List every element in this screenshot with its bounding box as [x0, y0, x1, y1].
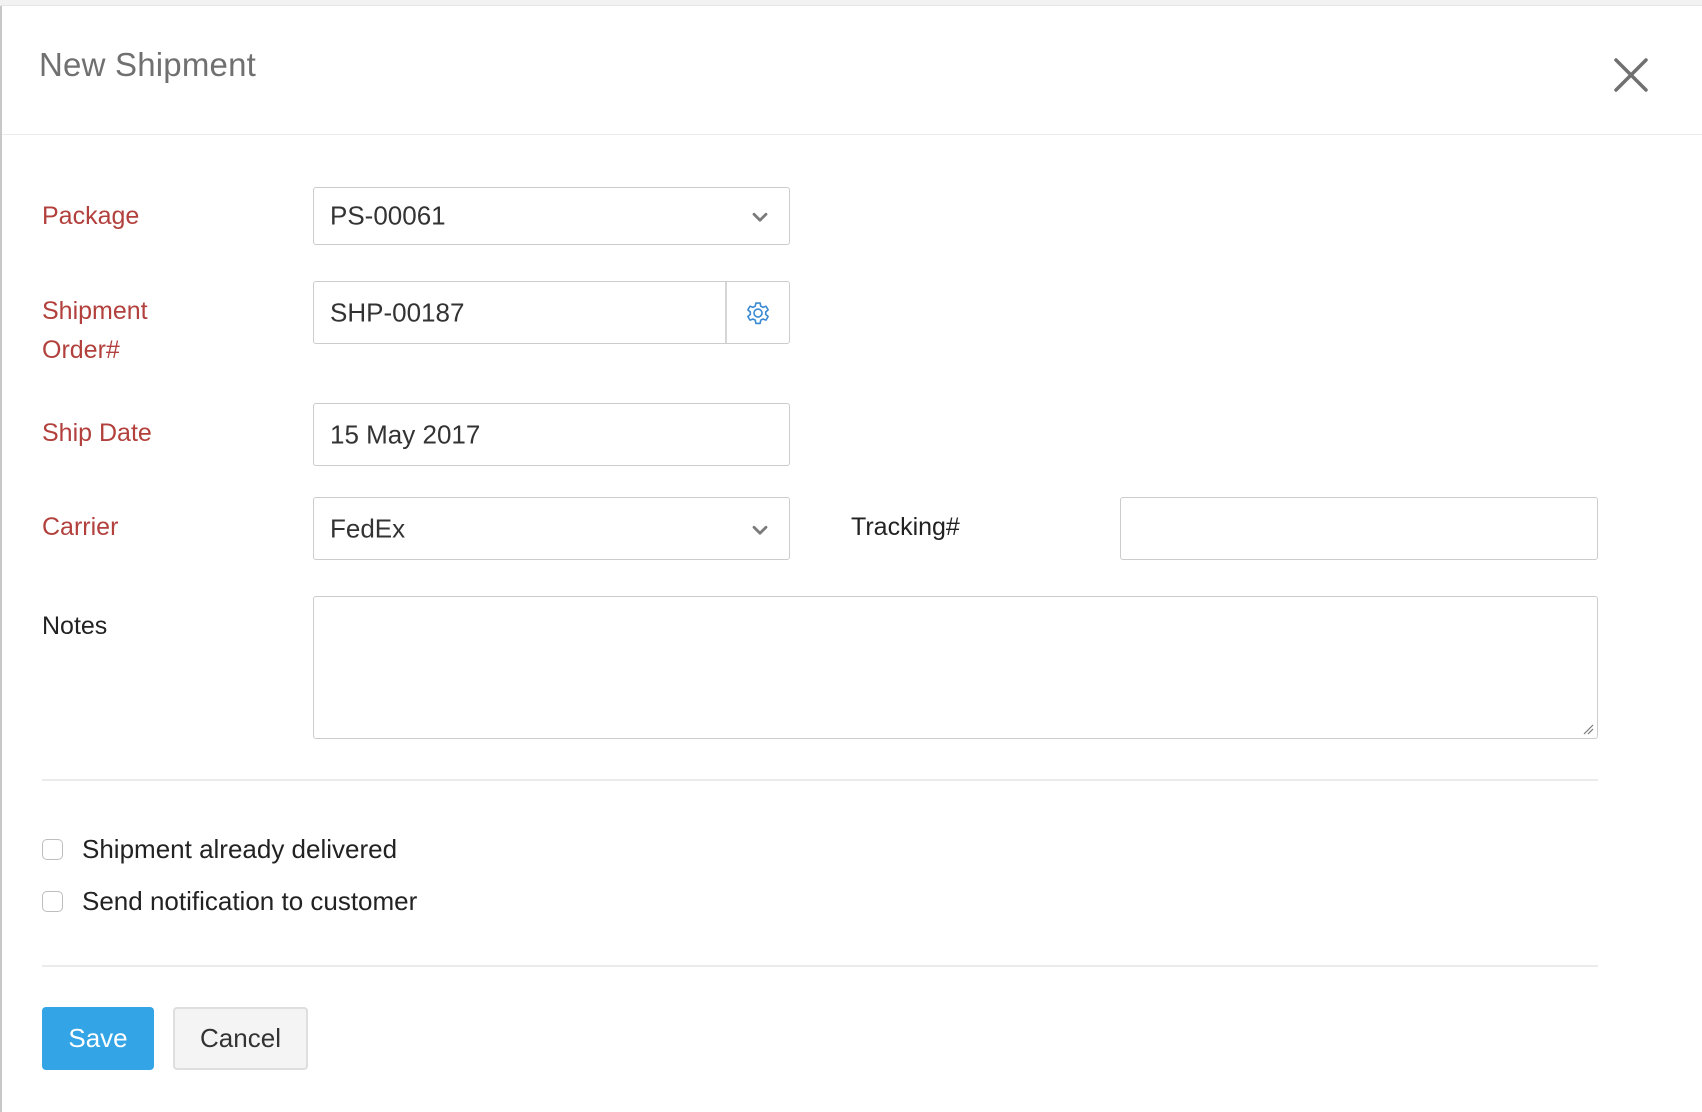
shipment-order-settings-button[interactable] — [726, 282, 789, 343]
modal-left-border — [0, 6, 2, 1112]
modal-header: New Shipment — [2, 6, 1702, 135]
close-icon — [1614, 58, 1648, 92]
cancel-button[interactable]: Cancel — [173, 1007, 308, 1070]
notes-label: Notes — [42, 612, 108, 640]
package-value: PS-00061 — [330, 200, 446, 231]
shipment-delivered-label: Shipment already delivered — [82, 834, 398, 864]
shipment-delivered-option[interactable]: Shipment already delivered — [42, 834, 397, 865]
carrier-select[interactable]: FedEx — [313, 497, 790, 560]
carrier-value: FedEx — [330, 513, 406, 543]
section-divider — [42, 779, 1598, 781]
gear-icon — [746, 301, 769, 324]
footer-divider — [42, 965, 1598, 967]
ship-date-label: Ship Date — [42, 419, 152, 447]
ship-date-value: 15 May 2017 — [330, 419, 481, 449]
modal-title: New Shipment — [39, 46, 256, 83]
chevron-down-icon — [751, 524, 769, 536]
send-notification-checkbox[interactable] — [42, 891, 63, 912]
send-notification-option[interactable]: Send notification to customer — [42, 886, 417, 917]
shipment-order-input[interactable]: SHP-00187 — [330, 297, 464, 328]
shipment-order-label-line2: Order# — [42, 336, 120, 364]
shipment-delivered-checkbox[interactable] — [42, 839, 63, 860]
carrier-label: Carrier — [42, 513, 119, 541]
resize-grip-icon[interactable] — [1582, 723, 1594, 735]
ship-date-input[interactable]: 15 May 2017 — [313, 403, 790, 466]
package-label: Package — [42, 202, 140, 230]
tracking-label: Tracking# — [851, 513, 960, 541]
chevron-down-icon — [751, 211, 769, 223]
notes-textarea[interactable] — [313, 596, 1598, 739]
save-button[interactable]: Save — [42, 1007, 154, 1070]
shipment-order-field: SHP-00187 — [313, 281, 790, 344]
package-select[interactable]: PS-00061 — [313, 187, 790, 245]
close-button[interactable] — [1612, 56, 1650, 94]
send-notification-label: Send notification to customer — [82, 886, 418, 916]
shipment-order-label-line1: Shipment — [42, 297, 148, 325]
tracking-input[interactable] — [1120, 497, 1598, 560]
